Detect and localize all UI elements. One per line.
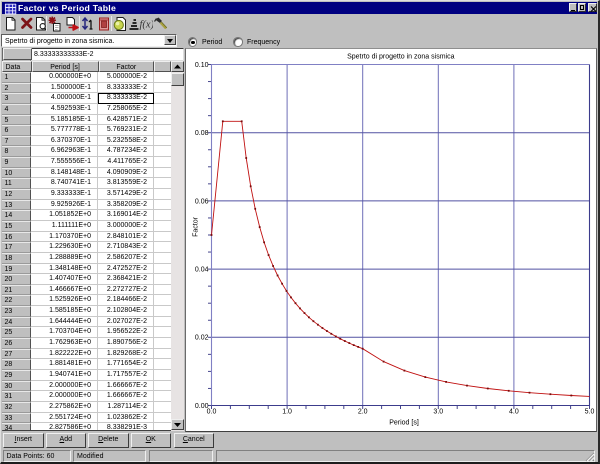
svg-text:0.06: 0.06 [195, 198, 209, 205]
svg-text:5.0: 5.0 [585, 408, 595, 415]
svg-text:0.08: 0.08 [195, 130, 209, 137]
svg-text:0.10: 0.10 [195, 62, 209, 69]
svg-text:3.0: 3.0 [433, 408, 443, 415]
svg-text:1.0: 1.0 [282, 408, 292, 415]
svg-text:0.04: 0.04 [195, 267, 209, 274]
svg-text:Factor: Factor [193, 216, 200, 237]
svg-text:Period [s]: Period [s] [389, 419, 419, 426]
svg-text:2.0: 2.0 [358, 408, 368, 415]
svg-text:0.02: 0.02 [195, 335, 209, 342]
svg-text:0.0: 0.0 [207, 408, 217, 415]
svg-text:f(x): f(x) [139, 20, 153, 31]
svg-text:Spetrto di progetto in zona si: Spetrto di progetto in zona sismica [347, 54, 454, 61]
svg-text:4.0: 4.0 [509, 408, 519, 415]
